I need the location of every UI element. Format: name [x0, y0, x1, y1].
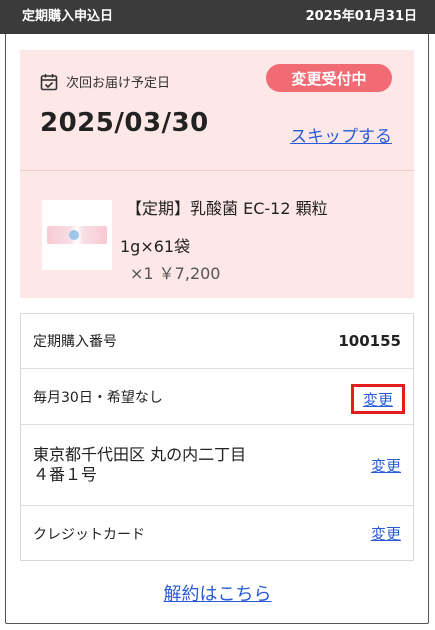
product-image: [42, 200, 112, 270]
address-text: 東京都千代田区 丸の内二丁目 ４番１号: [33, 445, 246, 485]
address-row: 東京都千代田区 丸の内二丁目 ４番１号 変更: [21, 425, 413, 506]
skip-link[interactable]: スキップする: [290, 122, 392, 147]
header-bar: 定期購入申込日 2025年01月31日: [0, 0, 435, 34]
order-number-label: 定期購入番号: [33, 334, 117, 350]
status-badge: 変更受付中: [266, 64, 392, 92]
payment-row: クレジットカード 変更: [21, 506, 413, 561]
order-date-value: 2025年01月31日: [305, 8, 417, 24]
schedule-change-highlight: 変更: [351, 384, 405, 414]
card-divider: [20, 170, 414, 171]
order-number-value: 100155: [338, 332, 401, 350]
cancel-subscription-link[interactable]: 解約はこちら: [0, 580, 435, 606]
product-size: 1g×61袋: [120, 237, 191, 256]
order-date-label: 定期購入申込日: [22, 8, 114, 24]
next-delivery-header: 次回お届け予定日: [40, 72, 170, 91]
schedule-text: 毎月30日・希望なし: [33, 389, 163, 406]
payment-change-link[interactable]: 変更: [371, 523, 401, 544]
address-line2: ４番１号: [33, 465, 98, 484]
next-delivery-card: 次回お届け予定日 変更受付中 2025/03/30 スキップする 【定期】乳酸菌…: [20, 50, 414, 298]
subscription-info-box: 定期購入番号 100155 毎月30日・希望なし 変更 東京都千代田区 丸の内二…: [20, 313, 414, 561]
product-qty-price: ×1 ￥7,200: [130, 264, 221, 283]
schedule-change-link[interactable]: 変更: [363, 389, 393, 410]
next-delivery-label: 次回お届け予定日: [66, 76, 171, 91]
product-name: 【定期】乳酸菌 EC-12 顆粒: [126, 199, 328, 218]
payment-text: クレジットカード: [33, 526, 145, 543]
next-delivery-date: 2025/03/30: [40, 108, 209, 138]
schedule-row: 毎月30日・希望なし 変更: [21, 369, 413, 425]
order-number-row: 定期購入番号 100155: [21, 314, 413, 369]
product-package-graphic: [47, 226, 107, 244]
address-change-link[interactable]: 変更: [371, 455, 401, 476]
address-line1: 東京都千代田区 丸の内二丁目: [33, 445, 247, 464]
calendar-icon: [40, 73, 58, 91]
